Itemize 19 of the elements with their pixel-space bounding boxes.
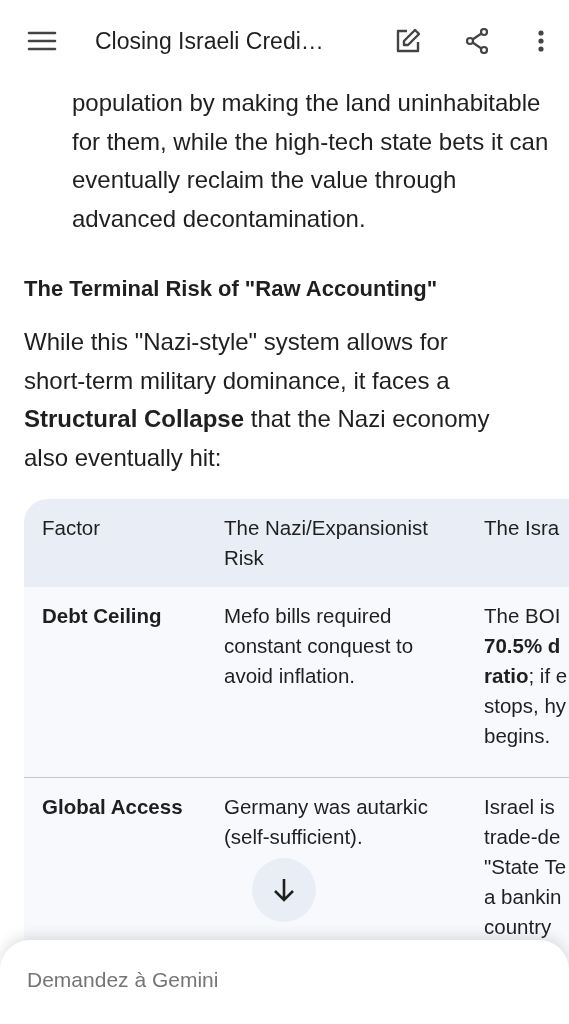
section-heading: The Terminal Risk of "Raw Accounting" (24, 275, 439, 303)
column-header: Factor (41, 515, 102, 541)
table-cell-text: Israel is trade-de "State Te a bankin country (483, 794, 568, 940)
response-paragraph: population by making the land uninhabitable for them, while the high-tech state bets it can eventually reclaim the value through advanced decontamination. (72, 88, 550, 234)
more-options-icon[interactable] (537, 29, 545, 53)
chat-title: Closing Israeli Credi… (95, 27, 325, 55)
arrow-down-icon (271, 876, 297, 904)
share-icon[interactable] (465, 28, 489, 54)
table-cell-text: The BOI 70.5% d ratio; if e stops, hy begins. (483, 603, 569, 749)
table-cell-text: Global Access (41, 794, 184, 820)
column-header: The Isra (483, 515, 561, 541)
table-cell-text: Debt Ceiling (41, 603, 163, 629)
response-paragraph: While this "Nazi-style" system allows for short-term military dominance, it faces a Structural Collapse that the Nazi economy also eventually hit: (24, 327, 491, 473)
table-cell-text: Germany was autarkic (self-sufficient). (223, 794, 429, 850)
column-header: The Nazi/Expansionist Risk (223, 515, 429, 571)
edit-icon[interactable] (395, 28, 421, 54)
prompt-field[interactable]: Demandez à Gemini (24, 968, 430, 992)
menu-icon[interactable] (27, 30, 57, 52)
table-cell-text: Mefo bills required constant conquest to avoid inflation. (223, 603, 415, 689)
